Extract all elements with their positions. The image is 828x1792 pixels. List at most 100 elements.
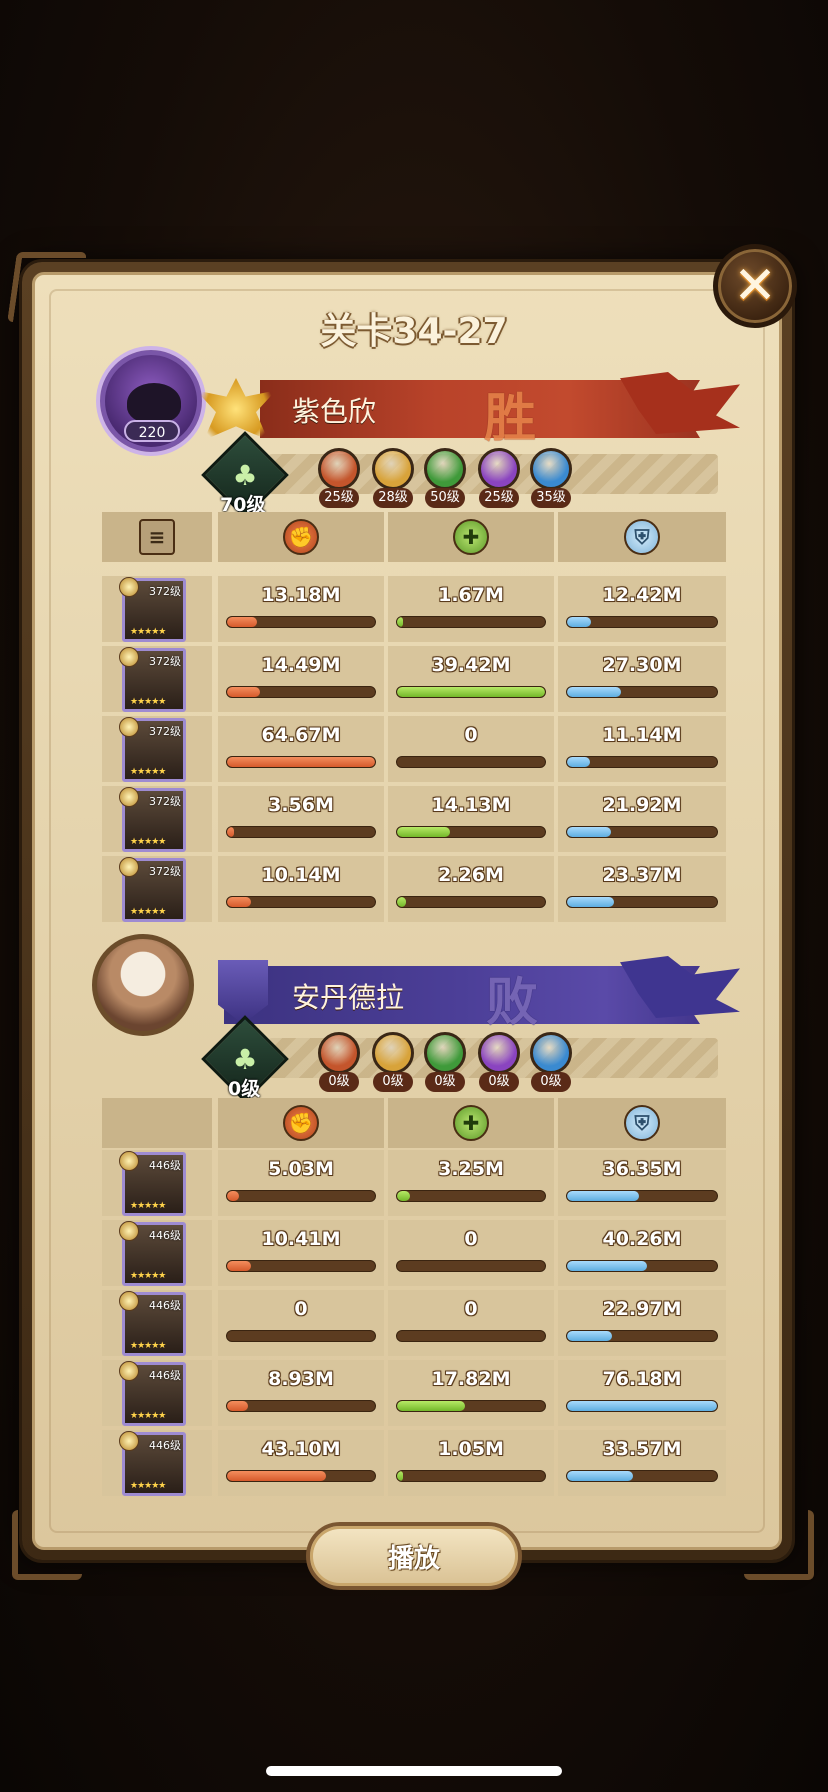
faction-icon (318, 1032, 360, 1074)
hero-cell: 446级 ★★★★★ (102, 1360, 212, 1426)
faction-icon (530, 448, 572, 490)
player1-name: 紫色欣 (292, 395, 377, 428)
damage-bar (226, 686, 376, 698)
hero-portrait[interactable]: 446级 ★★★★★ (119, 1361, 186, 1426)
heal-value: 39.42M (431, 654, 511, 676)
faction-emblem-icon (119, 1151, 139, 1171)
hero-level: 446级 (149, 1229, 181, 1242)
heal-fill (397, 1471, 403, 1481)
defense-bar (566, 756, 718, 768)
damage-cell: 10.14M (218, 856, 384, 922)
hero-cell: 372级 ★★★★★ (102, 646, 212, 712)
heal-value: 14.13M (431, 794, 511, 816)
defense-bar (566, 1260, 718, 1272)
stage-title: 关卡34-27 (320, 311, 508, 352)
heal-cell: 1.67M (388, 576, 554, 642)
player2-tree-level: 0级 (228, 1078, 261, 1100)
damage-value: 13.18M (261, 584, 341, 606)
damage-value: 10.41M (261, 1228, 341, 1250)
defense-cell: 23.37M (558, 856, 726, 922)
heal-fill (397, 1401, 466, 1411)
damage-cell: 0 (218, 1290, 384, 1356)
damage-icon: ✊ (283, 519, 319, 555)
hero-portrait[interactable]: 446级 ★★★★★ (119, 1221, 186, 1286)
damage-value: 10.14M (261, 864, 341, 886)
damage-cell: 8.93M (218, 1360, 384, 1426)
heart-hands-icon (127, 383, 181, 423)
hero-stars: ★★★★★ (130, 1271, 166, 1281)
damage-fill (227, 1401, 248, 1411)
defense-fill (567, 1471, 633, 1481)
hero-portrait[interactable]: 372级 ★★★★★ (119, 717, 186, 782)
defense-value: 27.30M (602, 654, 682, 676)
hero-portrait[interactable]: 372级 ★★★★★ (119, 647, 186, 712)
hero-row: 446级 ★★★★★ 8.93M 17.82M 76.18M (102, 1360, 726, 1426)
defense-cell: 11.14M (558, 716, 726, 782)
defense-header: ⛨ (558, 1098, 726, 1148)
defense-fill (567, 1401, 717, 1411)
player2-avatar[interactable] (92, 934, 194, 1036)
defense-bar (566, 896, 718, 908)
defense-cell: 36.35M (558, 1150, 726, 1216)
heal-cell: 1.05M (388, 1430, 554, 1496)
defense-fill (567, 897, 614, 907)
play-button[interactable]: 播放 (306, 1522, 522, 1590)
heal-value: 0 (464, 1228, 478, 1250)
hero-portrait[interactable]: 372级 ★★★★★ (119, 787, 186, 852)
faction-level: 0级 (425, 1072, 465, 1092)
defense-value: 36.35M (602, 1158, 682, 1180)
damage-cell: 14.49M (218, 646, 384, 712)
home-indicator[interactable] (266, 1766, 562, 1776)
faction-icon (478, 1032, 520, 1074)
battle-report-screen: ✕ 关卡34-27 220 紫色欣 胜 ♣ 70级 25级 28级 50级 25级 35… (0, 0, 828, 1792)
hero-row: 446级 ★★★★★ 0 0 22.97M (102, 1290, 726, 1356)
hero-row: 446级 ★★★★★ 43.10M 1.05M 33.57M (102, 1430, 726, 1496)
defense-bar (566, 1470, 718, 1482)
defense-value: 22.97M (602, 1298, 682, 1320)
shield-icon: ⛨ (624, 1105, 660, 1141)
damage-bar (226, 826, 376, 838)
hero-portrait[interactable]: 446级 ★★★★★ (119, 1151, 186, 1216)
faction-level: 25级 (319, 488, 359, 508)
heal-bar (396, 1260, 546, 1272)
heal-value: 0 (464, 724, 478, 746)
hero-portrait[interactable]: 446级 ★★★★★ (119, 1431, 186, 1496)
hero-portrait[interactable]: 372级 ★★★★★ (119, 857, 186, 922)
detail-header[interactable]: ≡ (102, 512, 212, 562)
hero-level: 446级 (149, 1299, 181, 1312)
damage-bar (226, 1190, 376, 1202)
hero-row: 372级 ★★★★★ 64.67M 0 11.14M (102, 716, 726, 782)
defense-bar (566, 826, 718, 838)
damage-fill (227, 757, 375, 767)
damage-fill (227, 897, 251, 907)
player1-result: 胜 (484, 389, 537, 449)
heal-bar (396, 686, 546, 698)
heal-bar (396, 1330, 546, 1342)
defense-fill (567, 1191, 639, 1201)
defense-bar (566, 1400, 718, 1412)
defense-cell: 22.97M (558, 1290, 726, 1356)
defense-cell: 21.92M (558, 786, 726, 852)
heal-value: 0 (464, 1298, 478, 1320)
heal-cell: 0 (388, 1220, 554, 1286)
heal-icon: ✚ (453, 519, 489, 555)
defense-cell: 40.26M (558, 1220, 726, 1286)
damage-value: 0 (294, 1298, 308, 1320)
hero-portrait[interactable]: 372级 ★★★★★ (119, 577, 186, 642)
defense-value: 12.42M (602, 584, 682, 606)
defense-value: 23.37M (602, 864, 682, 886)
faction-level: 0级 (479, 1072, 519, 1092)
heal-icon: ✚ (453, 1105, 489, 1141)
faction-level: 25级 (479, 488, 519, 508)
faction-level: 0级 (531, 1072, 571, 1092)
hero-row: 372级 ★★★★★ 13.18M 1.67M 12.42M (102, 576, 726, 642)
defense-bar (566, 686, 718, 698)
damage-fill (227, 1191, 239, 1201)
damage-cell: 43.10M (218, 1430, 384, 1496)
defense-fill (567, 827, 611, 837)
faction-emblem-icon (119, 1431, 139, 1451)
hero-portrait[interactable]: 446级 ★★★★★ (119, 1291, 186, 1356)
damage-fill (227, 687, 260, 697)
defense-value: 11.14M (602, 724, 682, 746)
heal-value: 1.67M (438, 584, 504, 606)
